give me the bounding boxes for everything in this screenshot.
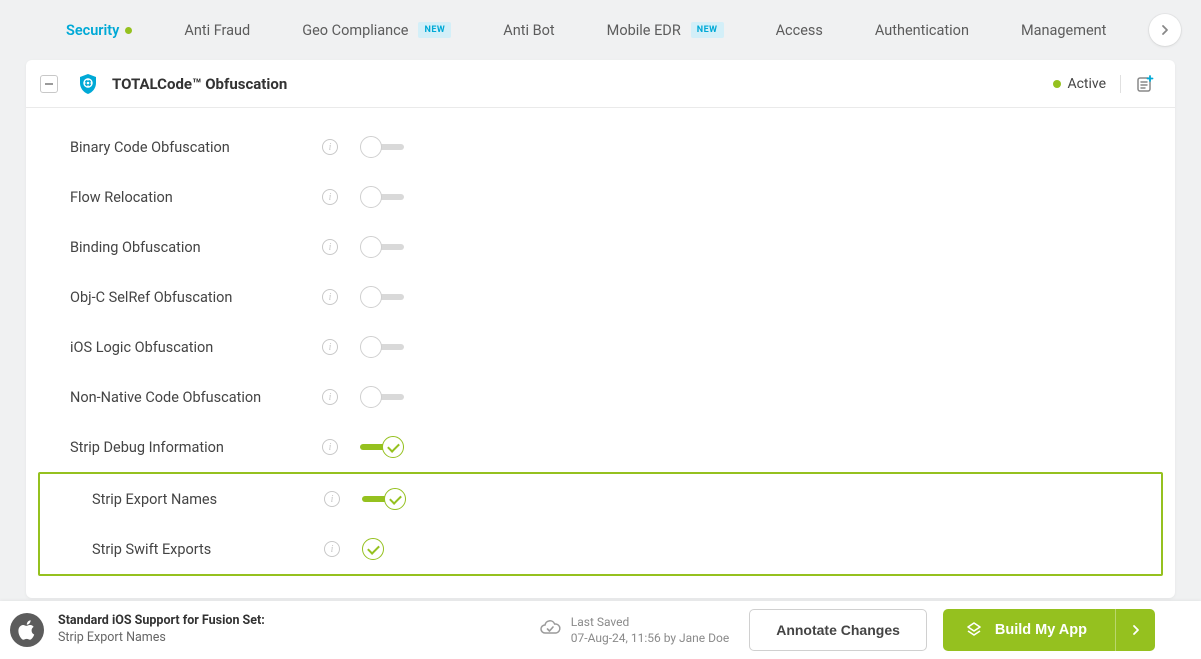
footer-title: Standard iOS Support for Fusion Set: (58, 613, 265, 630)
setting-label: Obj-C SelRef Obfuscation (70, 289, 322, 306)
tab-security[interactable]: Security (40, 0, 158, 60)
info-icon[interactable]: i (322, 439, 338, 455)
chevron-right-icon (1131, 624, 1141, 636)
info-icon[interactable]: i (324, 491, 340, 507)
setting-non-native-code-obfuscation: Non-Native Code Obfuscation i (26, 372, 1175, 422)
footer-saved-block: Last Saved 07-Aug-24, 11:56 by Jane Doe (539, 614, 749, 646)
tabs-bar: Security Anti Fraud Geo Compliance NEW A… (0, 0, 1201, 60)
panel-title: TOTALCode™ Obfuscation (112, 75, 287, 93)
saved-detail: 07-Aug-24, 11:56 by Jane Doe (571, 630, 729, 646)
chevron-right-icon (1160, 24, 1170, 36)
tab-label: Anti Bot (503, 22, 554, 39)
tab-label: Access (776, 22, 823, 39)
panel-header-right: Active (1053, 74, 1155, 94)
annotate-changes-button[interactable]: Annotate Changes (749, 609, 927, 651)
setting-strip-export-names: Strip Export Names i (40, 474, 1161, 524)
collapse-button[interactable] (40, 75, 58, 93)
setting-label: Flow Relocation (70, 189, 322, 206)
build-icon (965, 621, 983, 639)
build-button-group: Build My App (943, 609, 1155, 651)
checkbox-strip-swift-exports[interactable] (362, 538, 384, 560)
tab-label: Management (1021, 22, 1106, 39)
setting-label: Strip Debug Information (70, 439, 322, 456)
saved-label: Last Saved (571, 614, 729, 630)
setting-label: iOS Logic Obfuscation (70, 339, 322, 356)
toggle-non-native-code-obfuscation[interactable] (360, 386, 404, 408)
setting-label: Strip Export Names (92, 491, 324, 508)
setting-label: Binding Obfuscation (70, 239, 322, 256)
info-icon[interactable]: i (324, 541, 340, 557)
build-button-label: Build My App (995, 622, 1087, 638)
obfuscation-panel: TOTALCode™ Obfuscation Active Binary Cod… (26, 60, 1175, 598)
divider (1120, 75, 1121, 93)
tabs-scroll-right-button[interactable] (1149, 14, 1181, 46)
info-icon[interactable]: i (322, 239, 338, 255)
tab-management[interactable]: Management (995, 0, 1132, 60)
toggle-objc-selref-obfuscation[interactable] (360, 286, 404, 308)
new-badge: NEW (691, 22, 724, 38)
footer-subtitle: Strip Export Names (58, 630, 265, 647)
setting-label: Strip Swift Exports (92, 541, 324, 558)
toggle-binary-code-obfuscation[interactable] (360, 136, 404, 158)
add-note-button[interactable] (1135, 74, 1155, 94)
status-badge: Active (1053, 76, 1106, 92)
saved-text: Last Saved 07-Aug-24, 11:56 by Jane Doe (571, 614, 729, 646)
tab-label: Mobile EDR (607, 22, 681, 39)
settings-list: Binary Code Obfuscation i Flow Relocatio… (26, 108, 1175, 598)
tab-access[interactable]: Access (750, 0, 849, 60)
tab-anti-fraud[interactable]: Anti Fraud (158, 0, 276, 60)
footer-bar: Standard iOS Support for Fusion Set: Str… (0, 601, 1201, 659)
tab-label: Geo Compliance (302, 22, 408, 39)
toggle-strip-debug-information[interactable] (360, 436, 404, 458)
build-dropdown-button[interactable] (1115, 609, 1155, 651)
status-dot-icon (1053, 80, 1061, 88)
tab-label: Anti Fraud (184, 22, 250, 39)
info-icon[interactable]: i (322, 139, 338, 155)
setting-strip-debug-information: Strip Debug Information i (26, 422, 1175, 472)
footer-left: Standard iOS Support for Fusion Set: Str… (0, 613, 265, 647)
tab-mobile-edr[interactable]: Mobile EDR NEW (581, 0, 750, 60)
panel-header: TOTALCode™ Obfuscation Active (26, 60, 1175, 108)
toggle-flow-relocation[interactable] (360, 186, 404, 208)
setting-binding-obfuscation: Binding Obfuscation i (26, 222, 1175, 272)
info-icon[interactable]: i (322, 189, 338, 205)
setting-strip-swift-exports: Strip Swift Exports i (40, 524, 1161, 574)
tab-authentication[interactable]: Authentication (849, 0, 995, 60)
setting-objc-selref-obfuscation: Obj-C SelRef Obfuscation i (26, 272, 1175, 322)
info-icon[interactable]: i (322, 339, 338, 355)
tab-label: Security (66, 22, 119, 39)
toggle-strip-export-names[interactable] (362, 488, 406, 510)
tab-geo-compliance[interactable]: Geo Compliance NEW (276, 0, 477, 60)
setting-flow-relocation: Flow Relocation i (26, 172, 1175, 222)
platform-apple-icon (10, 613, 44, 647)
cloud-saved-icon (539, 619, 561, 641)
tab-label: Authentication (875, 22, 969, 39)
setting-binary-code-obfuscation: Binary Code Obfuscation i (26, 122, 1175, 172)
setting-ios-logic-obfuscation: iOS Logic Obfuscation i (26, 322, 1175, 372)
setting-label: Non-Native Code Obfuscation (70, 389, 322, 406)
toggle-binding-obfuscation[interactable] (360, 236, 404, 258)
status-text: Active (1067, 76, 1106, 92)
build-my-app-button[interactable]: Build My App (943, 609, 1115, 651)
toggle-ios-logic-obfuscation[interactable] (360, 336, 404, 358)
highlight-box: Strip Export Names i Strip Swift Exports… (38, 472, 1163, 576)
info-icon[interactable]: i (322, 389, 338, 405)
setting-label: Binary Code Obfuscation (70, 139, 322, 156)
tab-anti-bot[interactable]: Anti Bot (477, 0, 580, 60)
info-icon[interactable]: i (322, 289, 338, 305)
footer-title-block: Standard iOS Support for Fusion Set: Str… (58, 613, 265, 647)
shield-icon (76, 72, 100, 96)
new-badge: NEW (418, 22, 451, 38)
status-dot-icon (125, 27, 132, 34)
